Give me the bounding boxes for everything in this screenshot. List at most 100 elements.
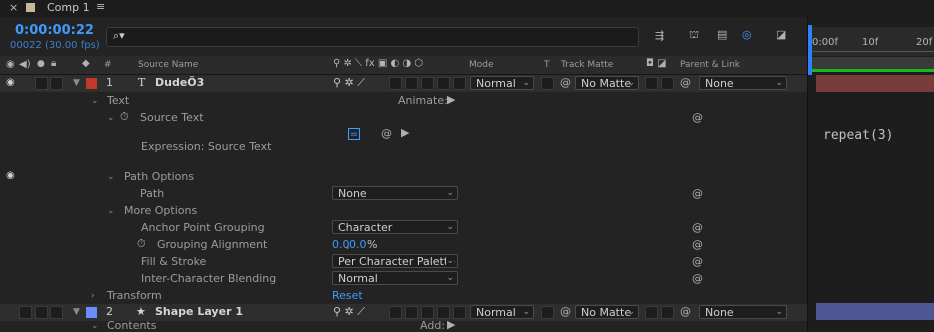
expand-chevron-icon[interactable]: ⌄ <box>91 96 99 106</box>
pickwhip-icon[interactable]: @ <box>692 238 703 251</box>
prop-text-row[interactable]: ⌄ Text Animate: ▶︎ <box>0 93 807 110</box>
solo-switch[interactable] <box>35 306 48 319</box>
path-dropdown[interactable]: None ⌄ <box>332 186 458 200</box>
prop-source-text-row[interactable]: ⌄ ⏱︎ Source Text @ <box>0 110 807 127</box>
graph-editor-icon[interactable]: ◪ <box>776 28 786 41</box>
prop-inter-blend-row[interactable]: Inter-Character Blending Normal ⌄ @ <box>0 271 807 288</box>
solo-switch[interactable] <box>35 77 48 90</box>
pickwhip-icon[interactable]: @ <box>692 187 703 200</box>
layer-name[interactable]: DudeÖ3 <box>155 76 204 90</box>
pickwhip-icon[interactable]: @ <box>680 76 691 89</box>
switch-box[interactable] <box>389 306 402 319</box>
stopwatch-icon[interactable]: ⏱︎ <box>120 110 129 124</box>
pickwhip-icon[interactable]: @ <box>680 305 691 318</box>
close-icon[interactable]: × <box>9 1 18 15</box>
prop-more-options-row[interactable]: ⌄ More Options <box>0 203 807 220</box>
switch-box[interactable] <box>405 306 418 319</box>
tab-menu-icon[interactable]: ≡ <box>96 0 105 14</box>
eye-icon: ◉ <box>6 59 15 70</box>
prop-transform-row[interactable]: › Transform Reset <box>0 288 807 305</box>
col-source-name[interactable]: Source Name <box>138 58 198 72</box>
prop-contents-row[interactable]: ⌄ Contents Add: ▶︎ <box>0 321 807 332</box>
prop-path: Path <box>140 187 165 200</box>
collapse-chevron-icon[interactable]: › <box>91 291 95 301</box>
parent-dropdown[interactable]: None ⌄ <box>699 305 787 319</box>
expand-chevron-icon[interactable]: ⌄ <box>107 172 115 182</box>
prop-fill-stroke-row[interactable]: Fill & Stroke Per Character Palette ⌄ @ <box>0 254 807 271</box>
prop-anchor-grouping-row[interactable]: Anchor Point Grouping Character ⌄ @ <box>0 220 807 237</box>
ruler-tick-20: 20f <box>916 37 933 48</box>
fill-stroke-dropdown[interactable]: Per Character Palette ⌄ <box>332 254 458 268</box>
track-matte-dropdown[interactable]: No Matte ⌄ <box>575 305 639 319</box>
expression-text[interactable]: repeat(3) <box>823 129 893 143</box>
switch-box[interactable] <box>453 77 466 90</box>
tab-comp-1[interactable]: Comp 1 <box>47 1 90 15</box>
prop-path-options-row[interactable]: ◉ ⌄ Path Options <box>0 169 807 186</box>
panel-divider[interactable] <box>807 17 808 332</box>
reset-link[interactable]: Reset <box>332 289 363 303</box>
layer-row-1[interactable]: ◉ ▼ 1 T DudeÖ3 ⚲ ✲ ⟋ Normal ⌄ @ No Matte ⌄… <box>0 75 807 92</box>
search-input[interactable]: ⌕▾ <box>106 27 639 47</box>
playhead[interactable] <box>808 25 812 75</box>
expand-chevron-icon[interactable]: ⌄ <box>91 321 99 331</box>
switch-box[interactable] <box>421 77 434 90</box>
audio-switch[interactable] <box>19 306 32 319</box>
layer-name[interactable]: Shape Layer 1 <box>155 305 243 319</box>
label-color-swatch[interactable] <box>86 307 97 318</box>
expand-chevron-icon[interactable]: ▼ <box>73 307 80 317</box>
expression-enable-icon[interactable]: = <box>348 128 360 140</box>
preserve-transparency-box[interactable] <box>541 77 554 90</box>
switch-box[interactable] <box>389 77 402 90</box>
expression-pickwhip-icon[interactable]: @ <box>381 127 392 140</box>
pickwhip-icon[interactable]: @ <box>692 272 703 285</box>
draft-3d-icon[interactable]: ⛫ <box>689 28 699 43</box>
switch-box[interactable] <box>405 77 418 90</box>
time-ruler[interactable]: 0:00f 10f 20f <box>808 27 934 56</box>
matte-switch[interactable] <box>661 306 674 319</box>
switch-box[interactable] <box>453 306 466 319</box>
expression-language-menu-icon[interactable]: ▶︎ <box>401 126 409 139</box>
layer-switches[interactable]: ⚲ ✲ ⟋ <box>333 76 365 90</box>
layer-row-2[interactable]: ▼ 2 ★ Shape Layer 1 ⚲ ✲ ⟋ Normal ⌄ @ No M… <box>0 304 807 321</box>
parent-dropdown[interactable]: None ⌄ <box>699 76 787 90</box>
lock-switch[interactable] <box>50 306 63 319</box>
timecode[interactable]: 0:00:00:22 <box>15 24 94 38</box>
prop-path-row[interactable]: Path None ⌄ @ <box>0 186 807 203</box>
frame-blending-icon[interactable]: ▤ <box>717 28 727 41</box>
expand-chevron-icon[interactable]: ⌄ <box>107 113 115 123</box>
track-matte-dropdown[interactable]: No Matte ⌄ <box>575 76 639 90</box>
switch-box[interactable] <box>437 306 450 319</box>
matte-link-icon[interactable]: @ <box>560 305 571 318</box>
pickwhip-icon[interactable]: @ <box>692 111 703 124</box>
comp-flowchart-icon[interactable]: ⇶ <box>655 29 664 42</box>
expand-chevron-icon[interactable]: ⌄ <box>107 206 115 216</box>
stopwatch-icon[interactable]: ⏱︎ <box>137 237 146 251</box>
add-play-icon[interactable]: ▶︎ <box>447 321 455 331</box>
mode-dropdown[interactable]: Normal ⌄ <box>470 305 534 319</box>
pickwhip-icon[interactable]: @ <box>692 255 703 268</box>
expand-chevron-icon[interactable]: ▼ <box>73 78 80 88</box>
pickwhip-icon[interactable]: @ <box>692 221 703 234</box>
matte-switch[interactable] <box>645 306 658 319</box>
blend-dropdown[interactable]: Normal ⌄ <box>332 271 458 285</box>
work-area-bar[interactable] <box>808 57 934 69</box>
mode-dropdown[interactable]: Normal ⌄ <box>470 76 534 90</box>
switch-box[interactable] <box>437 77 450 90</box>
visibility-eye-icon[interactable]: ◉ <box>6 170 15 181</box>
layer-switches[interactable]: ⚲ ✲ ⟋ <box>333 305 365 319</box>
anchor-grouping-dropdown[interactable]: Character ⌄ <box>332 220 458 234</box>
switch-box[interactable] <box>421 306 434 319</box>
motion-blur-icon[interactable]: ◎ <box>742 28 752 41</box>
visibility-eye-icon[interactable]: ◉ <box>6 77 15 88</box>
layer-2-bar[interactable] <box>816 303 934 320</box>
prop-grouping-alignment-row[interactable]: ⏱︎ Grouping Alignment 0.0 , 0.0 % @ <box>0 237 807 254</box>
matte-link-icon[interactable]: @ <box>560 76 571 89</box>
label-color-swatch[interactable] <box>86 78 97 89</box>
layer-1-bar[interactable] <box>816 75 934 92</box>
lock-switch[interactable] <box>50 77 63 90</box>
animate-play-icon[interactable]: ▶︎ <box>447 93 455 106</box>
matte-switch[interactable] <box>645 77 658 90</box>
matte-switch[interactable] <box>661 77 674 90</box>
grouping-y-value[interactable]: 0.0 <box>349 238 367 252</box>
preserve-transparency-box[interactable] <box>541 306 554 319</box>
